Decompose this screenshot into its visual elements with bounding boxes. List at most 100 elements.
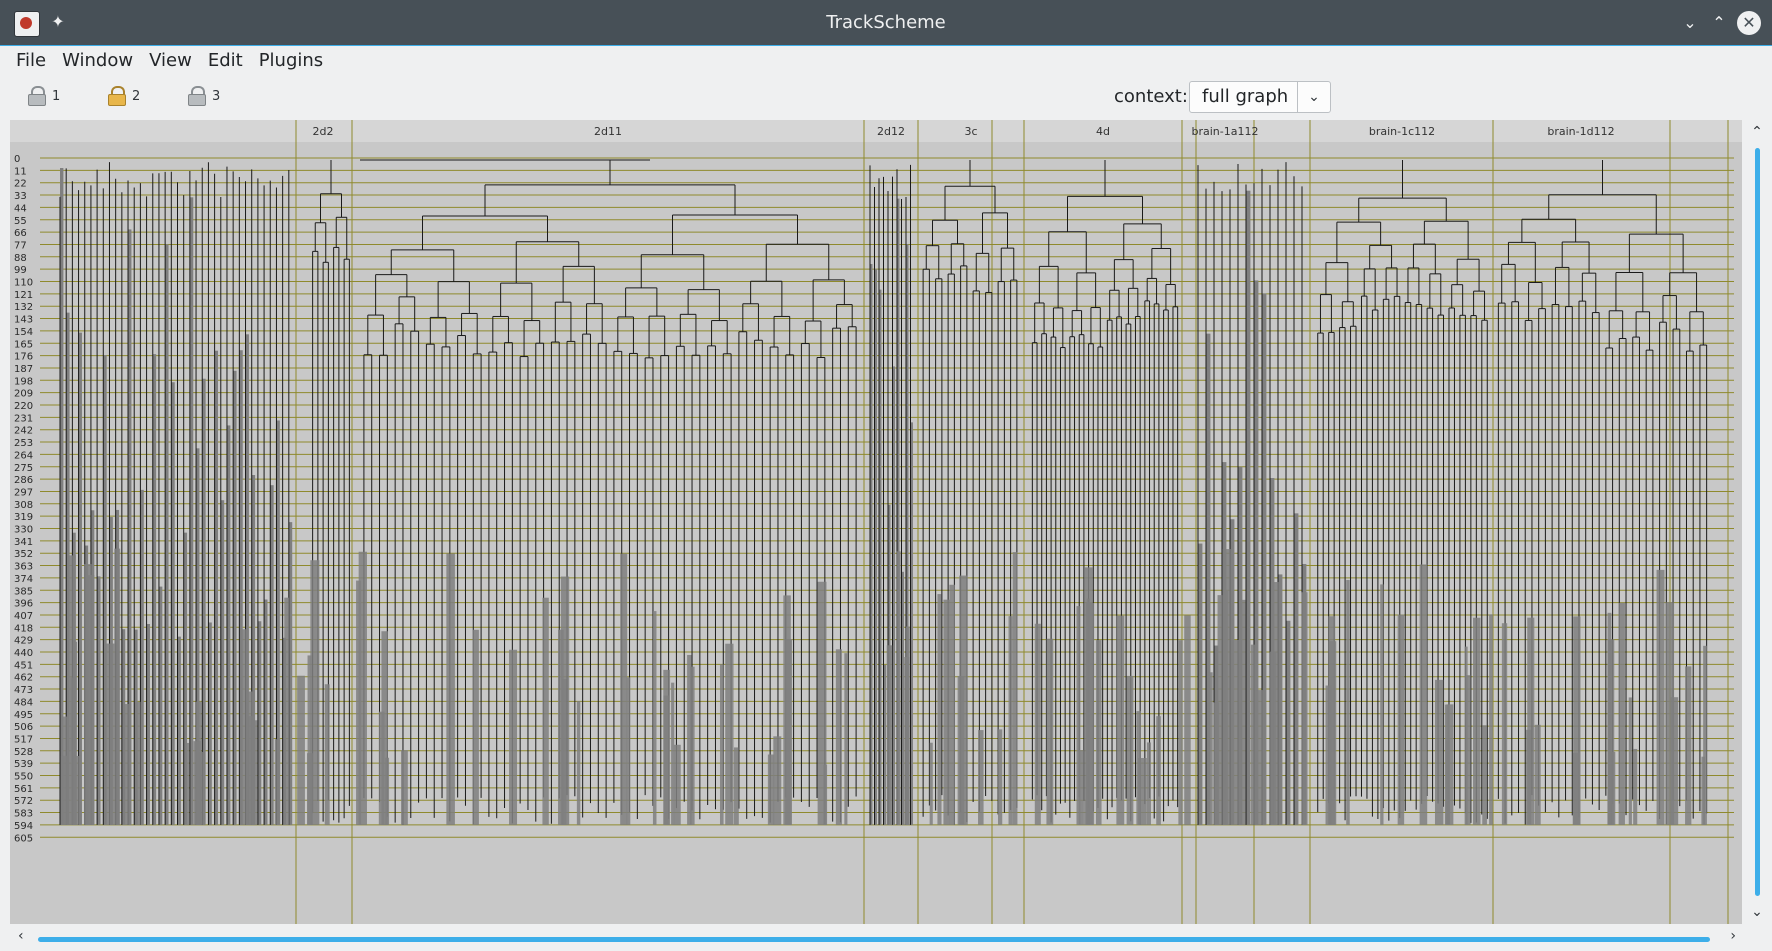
lineage-canvas[interactable]: 011 223344 556677 8899 110121132 143154165 176… [10, 120, 1742, 924]
scroll-left-icon[interactable]: ‹ [18, 928, 24, 944]
track-fill [1380, 584, 1384, 825]
row-label: 77 [14, 240, 27, 251]
track-fill [959, 575, 968, 825]
track-fill [378, 711, 385, 825]
track-fill [1294, 513, 1299, 825]
horizontal-scrollbar[interactable]: ‹ › [10, 924, 1742, 951]
row-label: 407 [14, 611, 33, 622]
row-label: 517 [14, 734, 33, 745]
row-label: 110 [14, 278, 33, 289]
track-fill [937, 594, 942, 825]
row-label: 154 [14, 327, 33, 338]
track-fill [73, 755, 81, 825]
lock-1-button[interactable]: 1 [28, 84, 60, 108]
track-fill [248, 716, 254, 825]
track-fill [446, 553, 455, 825]
minimize-icon[interactable]: ⌄ [1678, 11, 1702, 35]
row-label: 11 [14, 166, 27, 177]
track-fill [896, 551, 901, 825]
track-fill [1446, 704, 1454, 825]
scroll-right-icon[interactable]: › [1730, 928, 1736, 944]
track-fill [1225, 590, 1229, 825]
lock-3-button[interactable]: 3 [188, 84, 220, 108]
row-label: 539 [14, 759, 33, 770]
row-label: 352 [14, 549, 33, 560]
column-label: 2d2 [313, 125, 334, 138]
maximize-icon[interactable]: ⌃ [1707, 11, 1731, 35]
title-bar: ✦ TrackScheme ⌄ ⌃ ✕ [0, 0, 1772, 46]
track-fill [1278, 574, 1283, 825]
track-fill [1703, 645, 1707, 825]
context-value: full graph [1202, 86, 1289, 107]
row-label: 363 [14, 562, 33, 573]
track-fill [1126, 675, 1134, 825]
row-label: 319 [14, 512, 33, 523]
track-fill [274, 739, 281, 825]
track-fill [134, 629, 138, 825]
column-label: brain-1a112 [1192, 125, 1259, 138]
track-fill [1246, 190, 1251, 825]
track-fill [1146, 742, 1151, 825]
track-fill [1489, 614, 1493, 825]
menu-edit[interactable]: Edit [202, 46, 249, 76]
row-label: 286 [14, 475, 33, 486]
horizontal-scroll-thumb[interactable] [38, 937, 1710, 942]
track-fill [177, 636, 181, 825]
row-label: 473 [14, 685, 33, 696]
scroll-down-icon[interactable]: ⌄ [1742, 904, 1772, 920]
row-label: 275 [14, 463, 33, 474]
column-label: 4d [1096, 125, 1110, 138]
track-fill [1255, 690, 1265, 825]
track-fill [835, 649, 842, 825]
scroll-up-icon[interactable]: ⌃ [1742, 124, 1772, 140]
row-label: 462 [14, 673, 33, 684]
track-fill [1095, 640, 1102, 825]
track-fill [257, 621, 262, 825]
track-fill [1008, 616, 1013, 825]
track-fill [1419, 564, 1428, 825]
track-fill [472, 629, 479, 825]
row-label: 66 [14, 228, 27, 239]
track-fill [1685, 666, 1692, 825]
row-label: 495 [14, 710, 33, 721]
track-fill [165, 244, 169, 825]
track-fill [1078, 750, 1084, 825]
lock-icon [188, 86, 206, 106]
row-label: 132 [14, 302, 33, 313]
track-fill [652, 611, 657, 825]
trackscheme-graph[interactable]: 0 11 22 33 44 55 66 77 88 99 110 121 132 143 154 165 176… [10, 120, 1742, 924]
menu-plugins[interactable]: Plugins [253, 46, 329, 76]
track-fill [1178, 640, 1183, 825]
close-icon[interactable]: ✕ [1737, 11, 1761, 35]
row-label: 33 [14, 191, 27, 202]
track-fill [1346, 580, 1350, 825]
vertical-scroll-thumb[interactable] [1755, 148, 1760, 896]
track-fill [1273, 582, 1279, 825]
track-fill [264, 599, 268, 825]
row-label: 297 [14, 487, 33, 498]
menu-view[interactable]: View [143, 46, 198, 76]
vertical-scrollbar[interactable]: ⌃ ⌄ [1742, 120, 1772, 924]
row-label: 99 [14, 265, 27, 276]
menu-file[interactable]: File [10, 46, 52, 76]
column-label: brain-1c112 [1369, 125, 1435, 138]
row-label: 528 [14, 747, 33, 758]
track-fill [1198, 630, 1202, 825]
chevron-down-icon[interactable]: ⌄ [1297, 82, 1330, 112]
column-label: brain-1d112 [1547, 125, 1614, 138]
track-fill [137, 701, 141, 825]
track-fill [1184, 615, 1191, 825]
track-fill [562, 679, 567, 825]
lock-2-button[interactable]: 2 [108, 84, 140, 108]
row-label: 253 [14, 438, 33, 449]
row-label: 484 [14, 697, 33, 708]
track-fill [214, 350, 219, 825]
menu-window[interactable]: Window [56, 46, 139, 76]
context-select[interactable]: full graph ⌄ [1189, 81, 1331, 113]
track-fill [663, 695, 669, 825]
lock-1-label: 1 [52, 88, 61, 104]
track-fill [1012, 552, 1018, 825]
track-fill [1286, 620, 1291, 825]
track-fill [1434, 679, 1444, 825]
track-fill [1573, 616, 1581, 825]
